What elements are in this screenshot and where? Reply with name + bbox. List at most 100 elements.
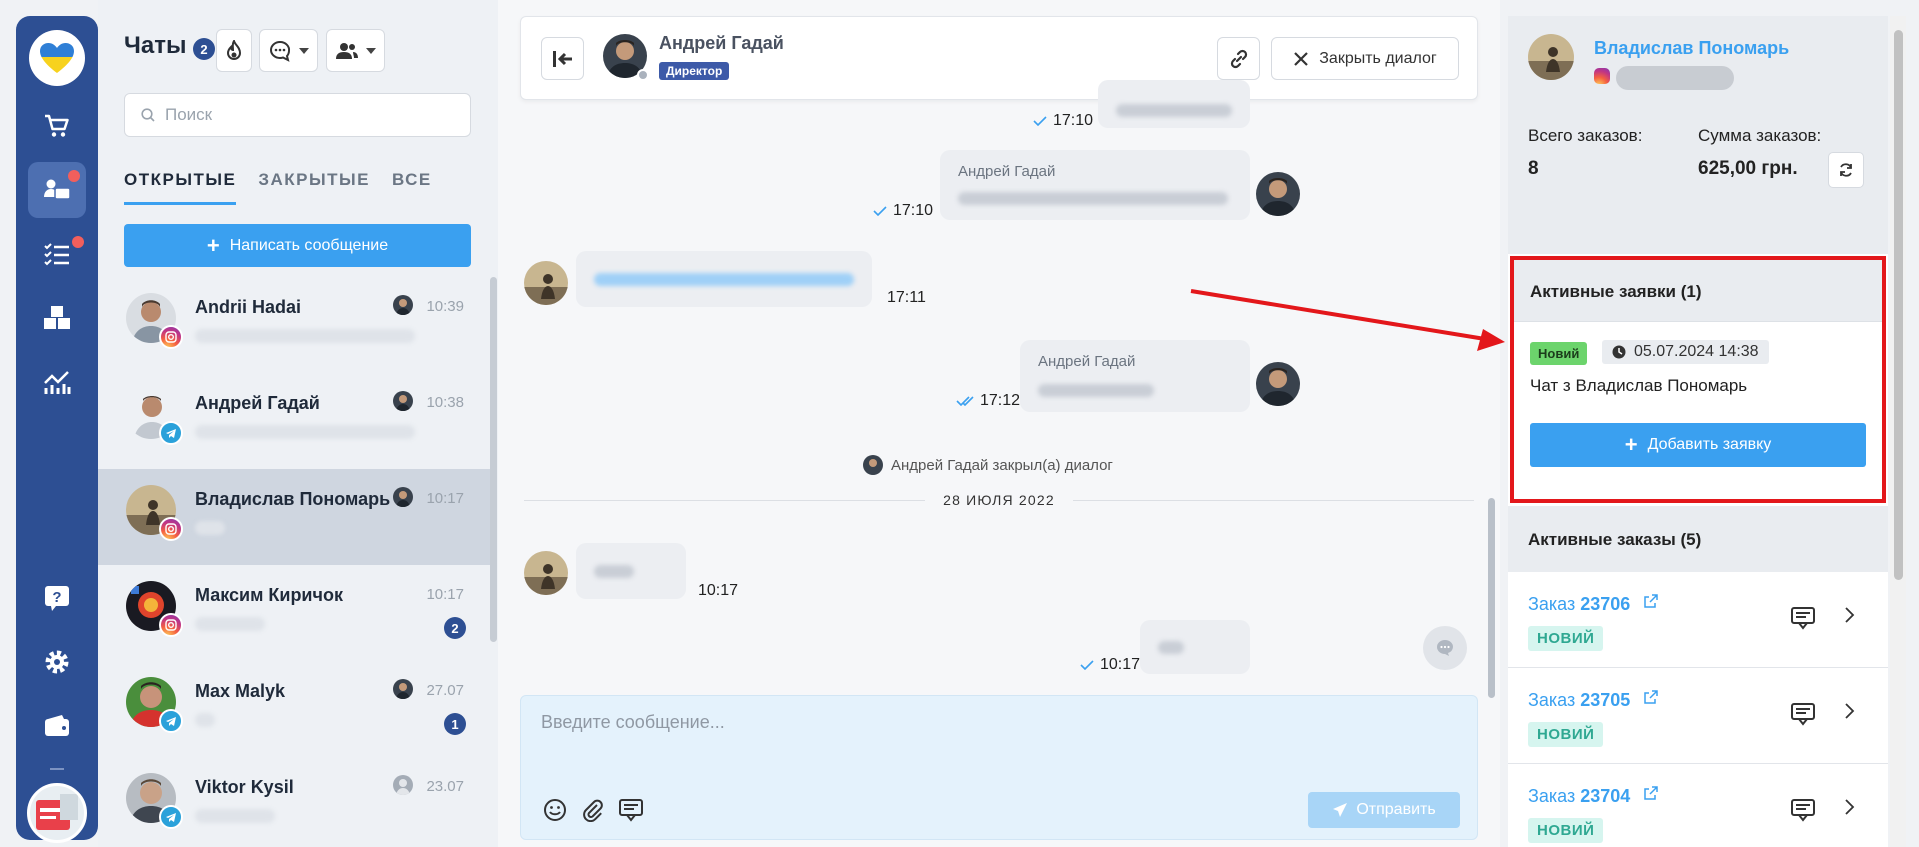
nav-tasks[interactable] [16,226,98,282]
chevron-right-icon[interactable] [1843,798,1855,816]
scrollbar-thumb[interactable] [1894,30,1903,580]
chat-search[interactable] [124,93,471,137]
order-link[interactable]: Заказ 23705 [1528,690,1630,711]
hot-filter-button[interactable] [216,29,252,72]
chat-list-item-selected[interactable]: Владислав Пономарь 10:17 [98,469,490,565]
tab-closed[interactable]: ЗАКРЫТЫЕ [258,170,370,205]
copy-link-button[interactable] [1217,37,1260,80]
message-text [594,565,634,578]
message-bubble-outgoing [1098,80,1250,128]
send-button[interactable]: Отправить [1308,792,1460,828]
unread-count-badge: 2 [444,617,466,639]
analytics-icon [44,371,71,394]
chat-list-item[interactable]: Viktor Kysil 23.07 [98,757,490,847]
order-comments-icon[interactable] [1790,606,1816,630]
nav-cart[interactable] [16,98,98,154]
check-icon [1080,660,1094,670]
customer-name[interactable]: Владислав Пономарь [1594,38,1789,59]
write-message-button[interactable]: + Написать сообщение [124,224,471,267]
instagram-icon [159,517,183,541]
nav-settings[interactable] [16,634,98,690]
chat-list-title: Чаты [124,32,187,59]
request-title[interactable]: Чат з Владислав Пономарь [1530,376,1747,396]
managers-dropdown[interactable] [326,29,385,72]
navigation-rail: ? [16,16,98,843]
notification-dot [72,236,84,248]
chat-list-item[interactable]: Андрей Гадай 10:38 [98,373,490,469]
back-button[interactable] [541,37,584,80]
message-preview [195,713,215,727]
instagram-icon [1594,68,1610,84]
conversation-panel: Андрей Гадай Директор Закрыть диалог 17:… [498,0,1500,847]
paper-plane-icon [1333,803,1348,817]
bot-message-icon [1423,626,1467,670]
external-link-icon [1644,594,1658,608]
nav-wallet[interactable] [16,698,98,754]
message-type-dropdown[interactable] [259,29,318,72]
order-comments-icon[interactable] [1790,798,1816,822]
external-link-icon [1644,786,1658,800]
order-comments-icon[interactable] [1790,702,1816,726]
order-status-badge: НОВИЙ [1528,722,1604,747]
customer-panel-scrollbar[interactable] [1890,16,1906,847]
message-text [1038,384,1154,397]
arrow-left-bar-icon [552,50,572,67]
cart-icon [45,114,69,137]
chevron-right-icon[interactable] [1843,702,1855,720]
message-input[interactable] [541,712,1441,762]
customer-avatar [1528,34,1574,80]
chat-list-item[interactable]: Максим Киричок 10:17 2 [98,565,490,661]
rail-divider [50,768,64,770]
attach-button[interactable] [579,796,607,824]
chat-list-panel: Чаты 2 ОТКРЫТЫЕ ЗАКРЫТЫЕ ВСЕ + Написать … [98,0,498,847]
message-bubble-outgoing [1140,620,1250,674]
chevron-down-icon [365,47,376,54]
manager-avatar [393,487,413,507]
order-item[interactable]: Заказ 23704 НОВИЙ [1508,764,1888,847]
chat-list-item[interactable]: Max Malyk 27.07 1 [98,661,490,757]
search-input[interactable] [165,105,445,125]
chat-list-scrollbar[interactable] [490,277,497,642]
order-link[interactable]: Заказ 23704 [1528,786,1630,807]
order-item[interactable]: Заказ 23705 НОВИЙ [1508,668,1888,764]
user-avatar[interactable] [27,783,87,843]
nav-chats[interactable] [28,162,86,218]
close-dialog-button[interactable]: Закрыть диалог [1271,37,1459,80]
nav-analytics[interactable] [16,354,98,410]
chat-list-item[interactable]: Andrii Hadai 10:39 [98,277,490,373]
request-date: 05.07.2024 14:38 [1602,340,1769,364]
emoji-button[interactable] [541,796,569,824]
plus-icon: + [1624,432,1638,457]
order-link[interactable]: Заказ 23706 [1528,594,1630,615]
manager-avatar [393,679,413,699]
check-icon [873,206,887,216]
tab-all[interactable]: ВСЕ [392,170,432,205]
nav-help[interactable]: ? [16,570,98,626]
annotation-arrow [1190,289,1505,351]
order-item[interactable]: Заказ 23706 НОВИЙ [1508,572,1888,668]
nav-warehouse[interactable] [16,290,98,346]
chat-bubble-icon [269,40,290,62]
add-request-button[interactable]: + Добавить заявку [1530,423,1866,467]
double-check-icon [956,396,974,406]
orders-sum-label: Сумма заказов: [1698,126,1822,145]
message-preview [195,425,415,439]
add-request-label: Добавить заявку [1647,436,1772,453]
customer-username-hidden [1616,66,1734,90]
chats-count-badge: 2 [193,38,215,60]
message-link[interactable] [594,273,854,286]
message-bubble-incoming[interactable] [576,251,872,307]
send-label: Отправить [1356,801,1436,818]
refresh-button[interactable] [1828,152,1864,188]
templates-button[interactable] [617,796,645,824]
tab-open[interactable]: ОТКРЫТЫЕ [124,170,237,205]
chevron-right-icon[interactable] [1843,606,1855,624]
search-icon [141,108,155,122]
unread-count-badge: 1 [444,713,466,735]
message-template-icon [619,799,643,822]
app-logo[interactable] [29,30,85,86]
contact-name: Max Malyk [195,681,286,701]
chat-filter-tabs: ОТКРЫТЫЕ ЗАКРЫТЫЕ ВСЕ [124,170,432,205]
contact-name: Максим Киричок [195,585,343,605]
conversation-scrollbar[interactable] [1488,498,1495,698]
